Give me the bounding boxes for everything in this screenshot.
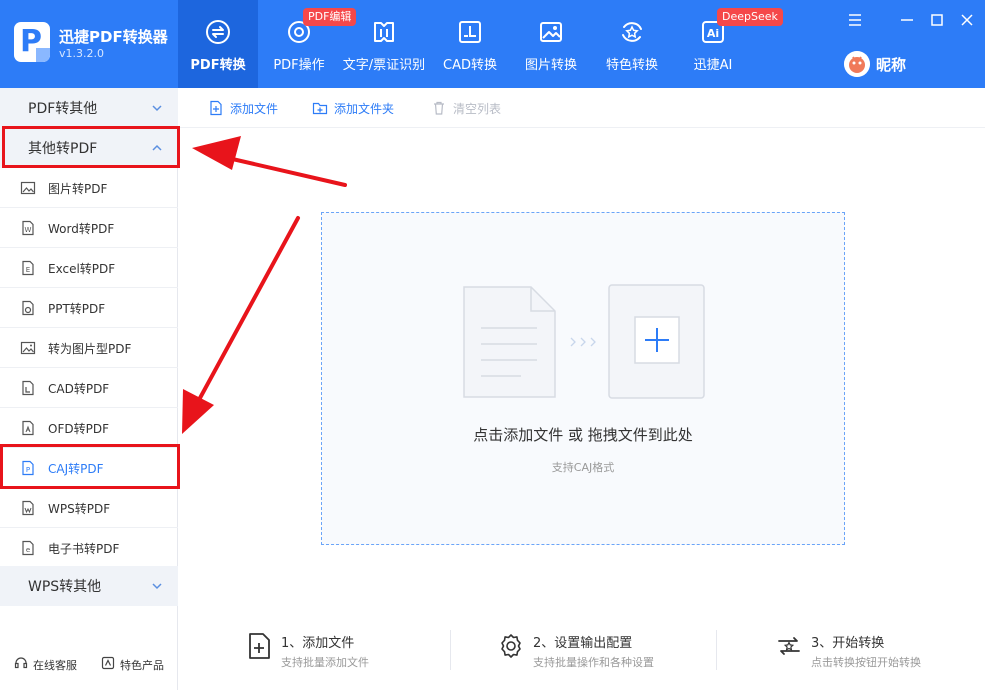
excel-icon: E xyxy=(22,260,34,276)
drop-zone-format-hint: 支持CAJ格式 xyxy=(551,461,615,474)
annotation-arrow-upper xyxy=(192,136,347,187)
gear-icon xyxy=(501,634,521,658)
step-desc: 支持批量添加文件 xyxy=(281,656,369,669)
annotation-highlight-box xyxy=(0,444,180,489)
tab-label: PDF转换 xyxy=(190,58,246,73)
star-convert-icon xyxy=(778,637,800,655)
trash-icon xyxy=(434,101,444,115)
tab-label: 特色转换 xyxy=(605,58,658,73)
sidebar-item-cad-to-pdf[interactable]: CAD转PDF xyxy=(0,368,178,408)
sidebar-item-wps-to-pdf[interactable]: WPS转PDF xyxy=(0,488,178,528)
sidebar-item-label: OFD转PDF xyxy=(48,422,109,436)
user-nickname[interactable]: 昵称 xyxy=(876,54,906,75)
tab-image-convert[interactable]: 图片转换 xyxy=(512,0,590,88)
tab-special-convert[interactable]: 特色转换 xyxy=(592,0,672,88)
scan-text-icon xyxy=(374,22,394,42)
sidebar-item-label: 图片转PDF xyxy=(48,182,108,196)
toolbar: 添加文件 添加文件夹 清空列表 xyxy=(179,88,985,128)
title-bar: P 迅捷PDF转换器 v1.3.2.0 PDF转换 PDF操作 PDF编辑 文字… xyxy=(0,0,985,88)
sidebar-item-label: WPS转PDF xyxy=(48,502,111,516)
sidebar-item-label: 转为图片型PDF xyxy=(48,342,132,356)
sidebar-item-ebook-to-pdf[interactable]: e 电子书转PDF xyxy=(0,528,178,568)
image-pdf-icon xyxy=(20,341,36,355)
sidebar-item-ppt-to-pdf[interactable]: PPT转PDF xyxy=(0,288,178,328)
product-icon xyxy=(101,656,115,670)
step-title: 1、添加文件 xyxy=(281,636,355,651)
add-folder-icon xyxy=(312,102,328,115)
close-icon[interactable] xyxy=(957,10,977,30)
tab-text-recognition[interactable]: 文字/票证识别 xyxy=(340,0,428,88)
sidebar-item-label: Excel转PDF xyxy=(48,262,116,276)
sidebar-item-ofd-to-pdf[interactable]: OFD转PDF xyxy=(0,408,178,448)
sidebar-item-excel-to-pdf[interactable]: E Excel转PDF xyxy=(0,248,178,288)
tab-label: 文字/票证识别 xyxy=(342,58,426,73)
sidebar-group-wps-to-other[interactable]: WPS转其他 xyxy=(0,566,178,606)
group-label: PDF转其他 xyxy=(28,101,98,117)
svg-text:e: e xyxy=(26,546,30,554)
user-avatar[interactable] xyxy=(844,51,870,77)
tab-pdf-convert[interactable]: PDF转换 xyxy=(178,0,258,88)
image-icon xyxy=(20,181,36,195)
app-window: P 迅捷PDF转换器 v1.3.2.0 PDF转换 PDF操作 PDF编辑 文字… xyxy=(0,0,985,690)
add-file-icon xyxy=(210,100,222,116)
sidebar-group-pdf-to-other[interactable]: PDF转其他 xyxy=(0,88,178,128)
sidebar-item-image-to-pdf[interactable]: 图片转PDF xyxy=(0,168,178,208)
app-name: 迅捷PDF转换器 xyxy=(59,28,168,46)
headset-icon xyxy=(14,657,28,669)
drop-zone-main-text: 点击添加文件 或 拖拽文件到此处 xyxy=(473,426,693,444)
minimize-icon[interactable] xyxy=(897,10,917,30)
sidebar-item-label: 电子书转PDF xyxy=(48,542,120,556)
convert-icon xyxy=(206,20,230,44)
step-title: 2、设置输出配置 xyxy=(533,636,633,651)
featured-products-label: 特色产品 xyxy=(120,659,164,672)
group-label: WPS转其他 xyxy=(28,579,102,595)
ppt-icon xyxy=(22,300,34,316)
sidebar-item-label: CAD转PDF xyxy=(48,382,110,396)
online-service-label: 在线客服 xyxy=(33,659,77,672)
drop-illustration xyxy=(463,284,705,399)
svg-text:Ai: Ai xyxy=(707,27,719,40)
step-divider xyxy=(450,630,451,670)
cad-icon xyxy=(459,21,481,43)
menu-icon[interactable] xyxy=(845,10,865,30)
add-folder-label: 添加文件夹 xyxy=(334,102,395,116)
ebook-icon: e xyxy=(22,540,34,556)
wps-icon xyxy=(22,500,34,516)
image-icon xyxy=(540,22,562,42)
chevron-down-icon xyxy=(152,583,162,590)
file-drop-zone[interactable]: 点击添加文件 或 拖拽文件到此处 支持CAJ格式 xyxy=(321,212,845,545)
clear-list-label: 清空列表 xyxy=(453,102,502,116)
maximize-icon[interactable] xyxy=(927,10,947,30)
add-file-icon xyxy=(249,633,270,659)
cad-icon xyxy=(22,380,34,396)
word-icon: W xyxy=(22,220,34,236)
svg-text:W: W xyxy=(25,226,32,234)
app-logo: P xyxy=(14,22,50,62)
svg-text:E: E xyxy=(26,266,30,274)
tab-label: CAD转换 xyxy=(443,58,497,73)
step-desc: 支持批量操作和各种设置 xyxy=(533,656,654,669)
annotation-highlight-box xyxy=(2,126,180,168)
sidebar-item-label: PPT转PDF xyxy=(48,302,106,316)
app-version: v1.3.2.0 xyxy=(59,47,104,60)
tab-label: 迅捷AI xyxy=(693,58,733,73)
chevron-down-icon xyxy=(152,105,162,112)
sidebar-item-word-to-pdf[interactable]: W Word转PDF xyxy=(0,208,178,248)
tab-label: 图片转换 xyxy=(524,58,577,73)
step-title: 3、开始转换 xyxy=(811,636,885,651)
tab-cad-convert[interactable]: CAD转换 xyxy=(432,0,508,88)
step-desc: 点击转换按钮开始转换 xyxy=(811,656,921,669)
ofd-icon xyxy=(22,420,34,436)
sidebar-item-label: Word转PDF xyxy=(48,222,115,236)
annotation-arrow-lower xyxy=(182,216,300,434)
sidebar-item-to-image-pdf[interactable]: 转为图片型PDF xyxy=(0,328,178,368)
star-convert-icon xyxy=(622,22,642,42)
step-divider xyxy=(716,630,717,670)
add-file-label: 添加文件 xyxy=(230,102,279,116)
tab-label: PDF操作 xyxy=(273,58,325,73)
sidebar: PDF转其他 其他转PDF 图片转PDF W Word转PDF E Excel转… xyxy=(0,88,178,690)
deepseek-badge: DeepSeek xyxy=(717,8,783,26)
